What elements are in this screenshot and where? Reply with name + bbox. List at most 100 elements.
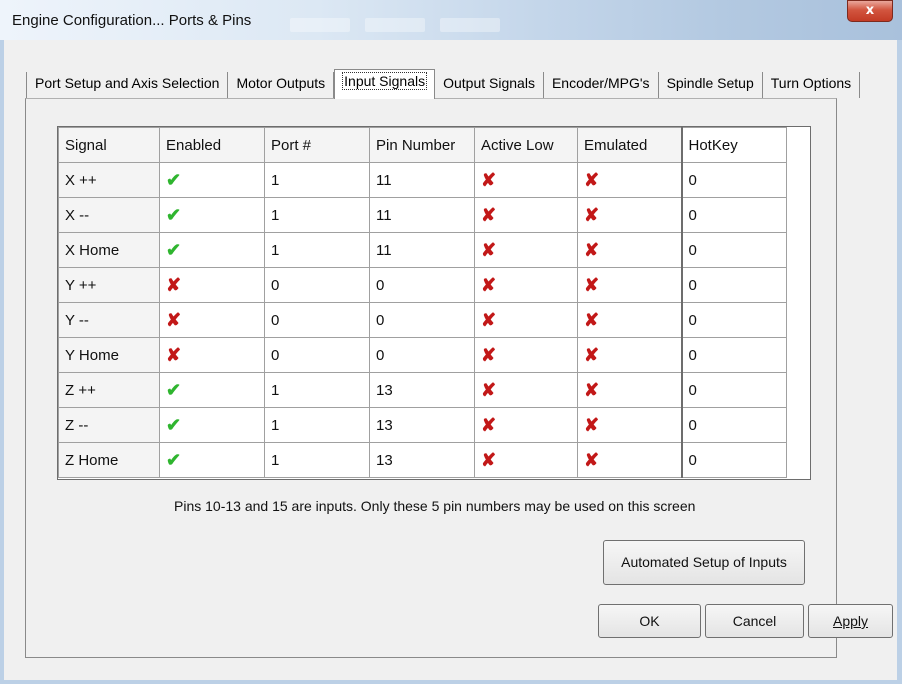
signal-cell[interactable]: Y ++ [58,267,160,303]
active-low-cell[interactable]: ✘ [474,232,578,268]
hotkey-cell[interactable]: 0 [680,267,787,303]
hotkey-cell[interactable]: 0 [680,407,787,443]
hotkey-cell[interactable]: 0 [680,302,787,338]
hotkey-cell[interactable]: 0 [680,337,787,373]
enabled-cell[interactable]: ✔ [159,407,265,443]
hotkey-cell[interactable]: 0 [680,162,787,198]
table-row[interactable]: X ++ ✔ 1 11 ✘ ✘ 0 [58,162,787,198]
enabled-cell[interactable]: ✘ [159,267,265,303]
active-low-cell[interactable]: ✘ [474,267,578,303]
table-row[interactable]: Z ++ ✔ 1 13 ✘ ✘ 0 [58,372,787,408]
signal-cell[interactable]: X Home [58,232,160,268]
pin-number-cell[interactable]: 13 [369,442,475,478]
pin-number-cell[interactable]: 11 [369,197,475,233]
port-cell[interactable]: 1 [264,162,370,198]
input-signals-grid[interactable]: Signal Enabled Port # Pin Number Active … [57,126,811,480]
tab-input-signals[interactable]: Input Signals [334,69,436,99]
close-button[interactable]: x [847,0,893,22]
tab-motor-outputs[interactable]: Motor Outputs [228,72,335,98]
table-row[interactable]: Y Home ✘ 0 0 ✘ ✘ 0 [58,337,787,373]
signal-cell[interactable]: Z -- [58,407,160,443]
table-row[interactable]: X -- ✔ 1 11 ✘ ✘ 0 [58,197,787,233]
emulated-cell[interactable]: ✘ [577,407,682,443]
hotkey-cell[interactable]: 0 [680,197,787,233]
active-low-cell[interactable]: ✘ [474,162,578,198]
emulated-cell[interactable]: ✘ [577,372,682,408]
table-row[interactable]: Z Home ✔ 1 13 ✘ ✘ 0 [58,442,787,478]
port-cell[interactable]: 1 [264,197,370,233]
port-cell[interactable]: 0 [264,302,370,338]
active-low-cell[interactable]: ✘ [474,407,578,443]
column-header-active-low[interactable]: Active Low [474,127,578,163]
hotkey-cell[interactable]: 0 [680,232,787,268]
enabled-cell[interactable]: ✔ [159,197,265,233]
pin-number-cell[interactable]: 11 [369,162,475,198]
emulated-cell[interactable]: ✘ [577,337,682,373]
enabled-cell[interactable]: ✔ [159,372,265,408]
window-frame-bottom [0,680,902,684]
red-x-icon: ✘ [584,414,600,435]
port-cell[interactable]: 1 [264,407,370,443]
table-row[interactable]: Y ++ ✘ 0 0 ✘ ✘ 0 [58,267,787,303]
signal-cell[interactable]: Z ++ [58,372,160,408]
tab-label: Encoder/MPG's [551,75,650,91]
active-low-cell[interactable]: ✘ [474,372,578,408]
signal-cell[interactable]: Y Home [58,337,160,373]
pin-number-cell[interactable]: 0 [369,267,475,303]
pin-number-cell[interactable]: 0 [369,337,475,373]
column-header-emulated[interactable]: Emulated [577,127,682,163]
hotkey-cell[interactable]: 0 [680,442,787,478]
column-header-enabled[interactable]: Enabled [159,127,265,163]
red-x-icon: ✘ [166,274,182,295]
emulated-cell[interactable]: ✘ [577,302,682,338]
port-cell[interactable]: 0 [264,337,370,373]
emulated-cell[interactable]: ✘ [577,162,682,198]
tab-turn-options[interactable]: Turn Options [763,72,861,98]
signal-cell[interactable]: Y -- [58,302,160,338]
emulated-cell[interactable]: ✘ [577,442,682,478]
column-header-pin-number[interactable]: Pin Number [369,127,475,163]
tab-encoder-mpgs[interactable]: Encoder/MPG's [544,72,659,98]
column-header-signal[interactable]: Signal [58,127,160,163]
active-low-cell[interactable]: ✘ [474,302,578,338]
cancel-button[interactable]: Cancel [705,604,804,638]
column-header-hotkey[interactable]: HotKey [680,127,787,163]
active-low-cell[interactable]: ✘ [474,337,578,373]
enabled-cell[interactable]: ✔ [159,232,265,268]
pin-number-cell[interactable]: 0 [369,302,475,338]
tab-spindle-setup[interactable]: Spindle Setup [659,72,763,98]
apply-button[interactable]: Apply [808,604,893,638]
tab-output-signals[interactable]: Output Signals [435,72,544,98]
active-low-cell[interactable]: ✘ [474,442,578,478]
pin-number-cell[interactable]: 11 [369,232,475,268]
red-x-icon: ✘ [584,449,600,470]
green-check-icon: ✔ [166,169,182,190]
emulated-cell[interactable]: ✘ [577,267,682,303]
red-x-icon: ✘ [584,169,600,190]
tab-port-setup[interactable]: Port Setup and Axis Selection [26,72,229,98]
table-row[interactable]: Z -- ✔ 1 13 ✘ ✘ 0 [58,407,787,443]
ok-button[interactable]: OK [598,604,701,638]
port-cell[interactable]: 1 [264,372,370,408]
active-low-cell[interactable]: ✘ [474,197,578,233]
red-x-icon: ✘ [481,449,497,470]
enabled-cell[interactable]: ✔ [159,442,265,478]
enabled-cell[interactable]: ✔ [159,162,265,198]
table-row[interactable]: Y -- ✘ 0 0 ✘ ✘ 0 [58,302,787,338]
signal-cell[interactable]: X -- [58,197,160,233]
pin-number-cell[interactable]: 13 [369,372,475,408]
port-cell[interactable]: 1 [264,442,370,478]
table-row[interactable]: X Home ✔ 1 11 ✘ ✘ 0 [58,232,787,268]
signal-cell[interactable]: X ++ [58,162,160,198]
port-cell[interactable]: 0 [264,267,370,303]
pin-number-cell[interactable]: 13 [369,407,475,443]
emulated-cell[interactable]: ✘ [577,197,682,233]
automated-setup-button[interactable]: Automated Setup of Inputs [603,540,805,585]
enabled-cell[interactable]: ✘ [159,337,265,373]
column-header-port[interactable]: Port # [264,127,370,163]
signal-cell[interactable]: Z Home [58,442,160,478]
port-cell[interactable]: 1 [264,232,370,268]
emulated-cell[interactable]: ✘ [577,232,682,268]
hotkey-cell[interactable]: 0 [680,372,787,408]
enabled-cell[interactable]: ✘ [159,302,265,338]
